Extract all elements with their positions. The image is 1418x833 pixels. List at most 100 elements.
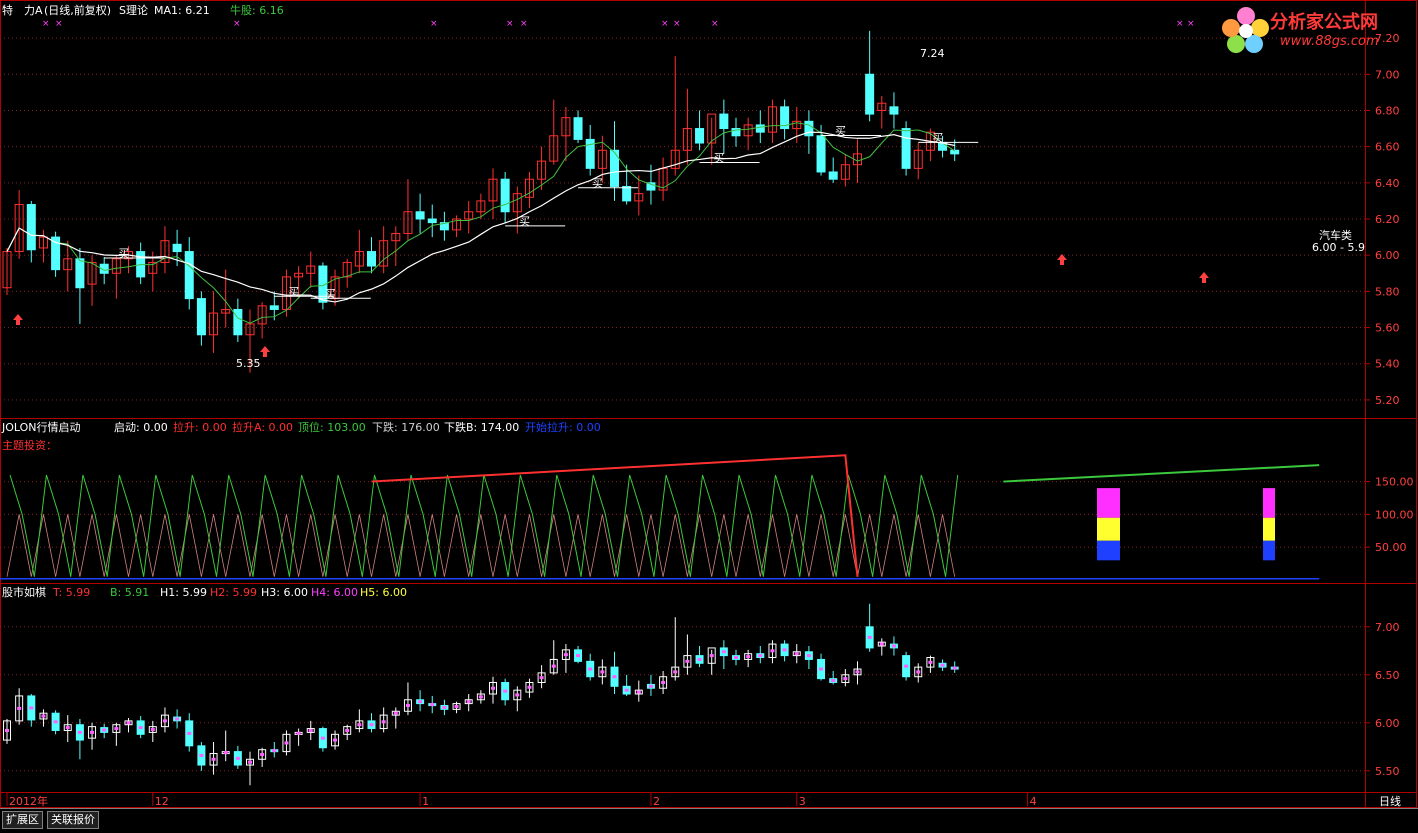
- x-tick-label: 4: [1030, 795, 1037, 808]
- panel2-title: JOLON行情启动: [2, 421, 81, 434]
- signal-block: [1097, 517, 1120, 541]
- signal-cross-icon: ×: [711, 19, 719, 29]
- signal-cross-icon: ×: [520, 19, 528, 29]
- chess-mid-mark: [588, 667, 593, 671]
- signal-cross-icon: ×: [673, 19, 681, 29]
- panel3-item-5: H4: 6.00: [311, 586, 358, 599]
- x-tick-label: 2012年: [9, 794, 48, 808]
- y-tick-label: 5.40: [1375, 358, 1400, 371]
- y-tick-label: 6.00: [1375, 717, 1400, 730]
- signal-cross-icon: ×: [55, 19, 63, 29]
- y-tick-label: 5.60: [1375, 322, 1400, 335]
- buy-signal-label: 买: [118, 247, 129, 260]
- y-tick-label: 6.60: [1375, 141, 1400, 154]
- site-logo[interactable]: 分析家公式网 www.88gs.com: [1218, 2, 1414, 58]
- chess-mid-mark: [612, 675, 617, 679]
- indicator-name: S理论: [119, 4, 148, 17]
- chess-mid-mark: [770, 649, 775, 653]
- signal-block: [1097, 540, 1120, 561]
- chess-mid-mark: [345, 728, 350, 732]
- outer-frame: [0, 0, 1417, 808]
- panel2-item-0: 启动: 0.00: [114, 421, 168, 434]
- chess-mid-mark: [29, 706, 34, 710]
- panel2-sublabel: 主题投资：: [2, 439, 57, 452]
- buy-signal-label: 买: [592, 177, 603, 190]
- chess-mid-mark: [430, 703, 435, 707]
- tab-extension-area[interactable]: 扩展区: [2, 811, 43, 829]
- chess-mid-mark: [199, 753, 204, 757]
- signal-block: [1263, 488, 1275, 518]
- chess-mid-mark: [454, 704, 459, 708]
- y-tick-label: 5.50: [1375, 765, 1400, 778]
- buy-signal-label: 买: [714, 151, 725, 164]
- buy-signal-label: 买: [519, 215, 530, 228]
- signal-cross-icon: ×: [1187, 19, 1195, 29]
- buy-signal-label: 买: [835, 124, 846, 137]
- chart-canvas[interactable]: 7.207.006.806.606.406.206.005.805.605.40…: [0, 0, 1418, 829]
- series-decline: [6, 514, 956, 577]
- x-tick-label: 2: [653, 795, 660, 808]
- chess-mid-mark: [879, 642, 884, 646]
- candle-body: [26, 204, 36, 251]
- chess-mid-mark: [381, 720, 386, 724]
- x-tick-label: 12: [155, 795, 169, 808]
- chess-mid-mark: [782, 648, 787, 652]
- candle-body: [755, 124, 765, 133]
- tab-related-quotes[interactable]: 关联报价: [47, 811, 99, 829]
- signal-cross-icon: ×: [1176, 19, 1184, 29]
- chess-mid-mark: [65, 726, 70, 730]
- panel3-title: 股市如棋: [2, 586, 46, 599]
- candle-body: [233, 308, 243, 336]
- period-mode: (日线,前复权): [44, 4, 112, 17]
- candle-body: [889, 106, 899, 115]
- panel3-item-3: H2: 5.99: [210, 586, 257, 599]
- chess-mid-mark: [697, 657, 702, 661]
- chess-mid-mark: [928, 660, 933, 664]
- logo-title: 分析家公式网: [1270, 12, 1378, 33]
- chess-mid-mark: [187, 731, 192, 735]
- chess-mid-mark: [515, 693, 520, 697]
- stock-name: 特 力A: [2, 4, 43, 17]
- chess-mid-mark: [709, 654, 714, 658]
- candle-body: [901, 128, 911, 169]
- candle-body: [828, 171, 838, 180]
- chess-mid-mark: [126, 721, 131, 725]
- panel2-item-4: 下跌: 176.00: [372, 421, 440, 434]
- chart-window: 7.20 7.00 6.80 6.60 6.40 6.20 6.00 5.80 5.60 5.40…: [0, 0, 1418, 830]
- bottom-tab-bar: 扩展区 关联报价: [0, 808, 1418, 830]
- chess-mid-mark: [758, 654, 763, 658]
- chess-mid-mark: [5, 728, 9, 732]
- chess-mid-mark: [624, 688, 629, 692]
- chess-mid-mark: [831, 679, 836, 683]
- candle-body: [367, 251, 376, 267]
- candle-body: [269, 305, 279, 310]
- chess-mid-mark: [296, 731, 301, 735]
- chess-mid-mark: [563, 653, 568, 657]
- chess-mid-mark: [333, 738, 338, 742]
- signal-cross-icon: ×: [233, 19, 241, 29]
- panel2-item-2: 拉升A: 0.00: [232, 421, 294, 434]
- chess-mid-mark: [940, 663, 945, 667]
- flower-icon: [1222, 7, 1269, 53]
- panel3-item-6: H5: 6.00: [360, 586, 407, 599]
- panel3-item-2: H1: 5.99: [160, 586, 207, 599]
- panel3-item-0: T: 5.99: [53, 586, 91, 599]
- chess-mid-mark: [223, 751, 228, 755]
- series-top: [9, 474, 959, 577]
- chess-mid-mark: [503, 689, 508, 693]
- chess-mid-mark: [527, 685, 532, 689]
- panel3-item-4: H3: 6.00: [261, 586, 308, 599]
- price-range-label: 6.00 - 5.9: [1312, 241, 1365, 254]
- chess-mid-mark: [272, 749, 277, 753]
- chess-mid-mark: [162, 719, 167, 723]
- chess-mid-mark: [746, 655, 751, 659]
- candle-body: [719, 113, 729, 130]
- panel2-item-6: 开始拉升: 0.00: [525, 421, 601, 434]
- candle-body: [622, 185, 632, 202]
- signal-cross-icon: ×: [430, 19, 438, 29]
- candle-body: [415, 211, 425, 220]
- chess-mid-mark: [138, 726, 143, 730]
- chess-mid-mark: [53, 720, 58, 724]
- ma-label: MA1: 6.21: [154, 4, 210, 17]
- chess-mid-mark: [685, 659, 690, 663]
